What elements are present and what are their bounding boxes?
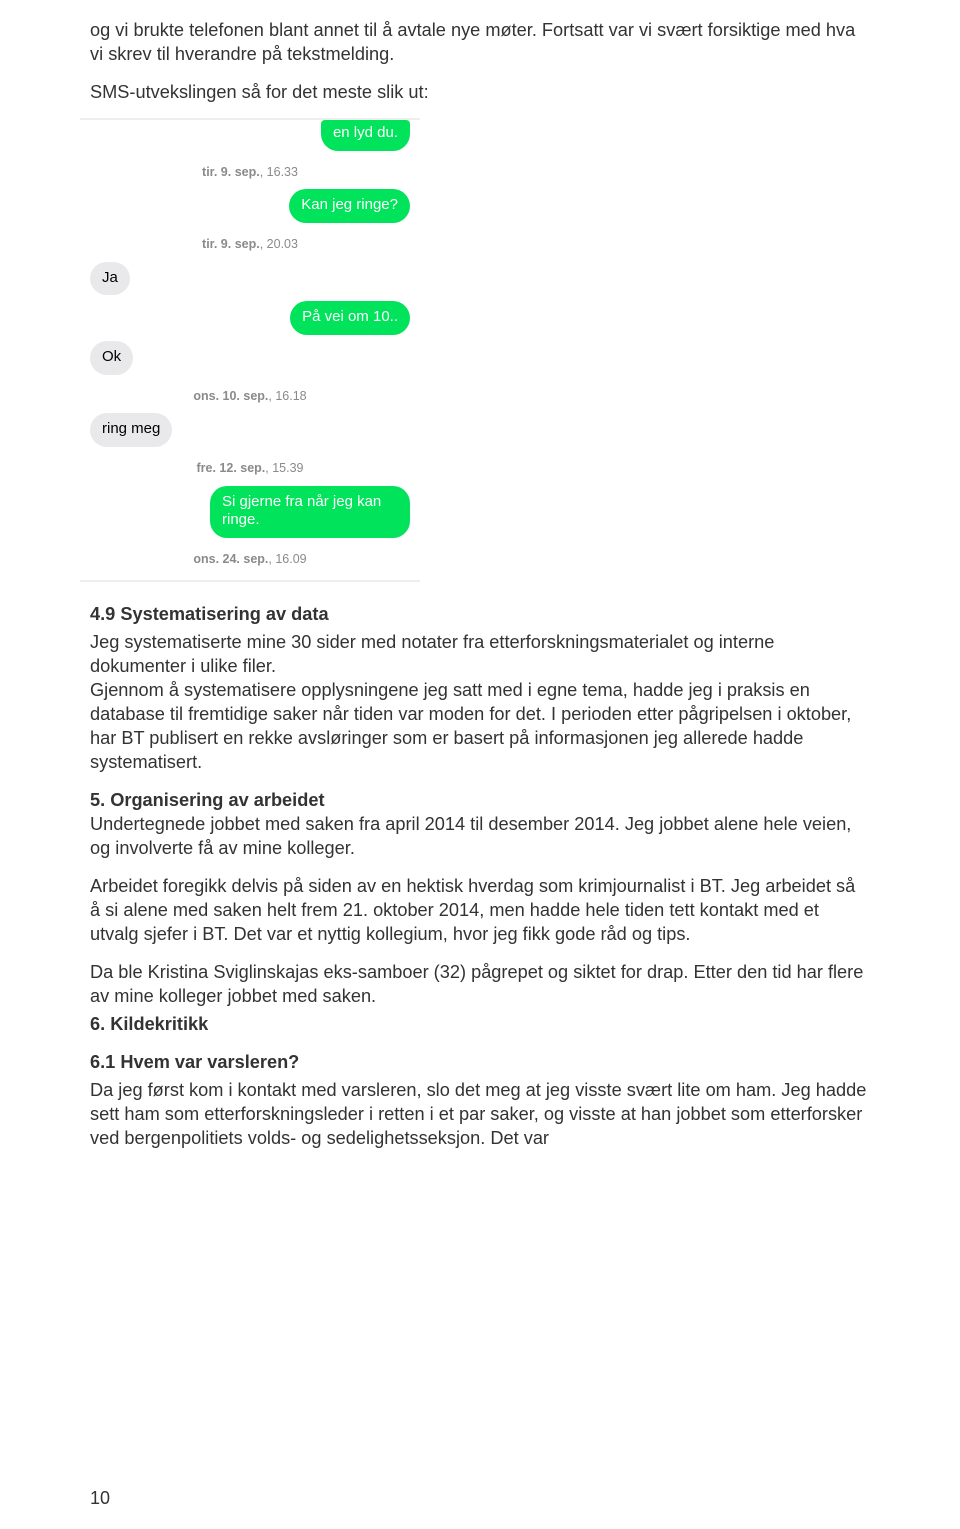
sms-out-2: På vei om 10.. (80, 298, 420, 338)
heading-4-9: 4.9 Systematisering av data (90, 602, 870, 626)
section-5-p2: Arbeidet foregikk delvis på siden av en … (90, 874, 870, 946)
heading-5: 5. Organisering av arbeidet (90, 790, 325, 810)
sms-bubble: Ok (90, 341, 133, 375)
sms-screenshot: en lyd du. tir. 9. sep., 16.33 Kan jeg r… (80, 118, 420, 582)
sms-timestamp: tir. 9. sep., 20.03 (80, 236, 420, 253)
body-6-1: Da jeg først kom i kontakt med varsleren… (90, 1078, 870, 1150)
sms-in-2: Ok (80, 338, 420, 378)
sms-bubble: Si gjerne fra når jeg kan ringe. (210, 486, 410, 539)
sms-out-3: Si gjerne fra når jeg kan ringe. (80, 483, 420, 542)
sms-bubble: Ja (90, 262, 130, 296)
sms-bubble: ring meg (90, 413, 172, 447)
intro-paragraph-1: og vi brukte telefonen blant annet til å… (90, 18, 870, 66)
sms-out-cut: en lyd du. (80, 124, 420, 154)
sms-in-1: Ja (80, 259, 420, 299)
sms-bubble: en lyd du. (321, 120, 410, 151)
section-5-line1: Undertegnede jobbet med saken fra april … (90, 814, 851, 858)
sms-timestamp: fre. 12. sep., 15.39 (80, 460, 420, 477)
sms-bubble: På vei om 10.. (290, 301, 410, 335)
heading-6: 6. Kildekritikk (90, 1012, 870, 1036)
sms-out-1: Kan jeg ringe? (80, 186, 420, 226)
sms-in-3: ring meg (80, 410, 420, 450)
intro-paragraph-2: SMS-utvekslingen så for det meste slik u… (90, 80, 870, 104)
sms-bubble: Kan jeg ringe? (289, 189, 410, 223)
sms-timestamp: ons. 24. sep., 16.09 (80, 551, 420, 568)
page-number: 10 (90, 1487, 110, 1511)
section-5-p1: 5. Organisering av arbeidet Undertegnede… (90, 788, 870, 860)
sms-timestamp: ons. 10. sep., 16.18 (80, 388, 420, 405)
heading-6-1: 6.1 Hvem var varsleren? (90, 1050, 870, 1074)
section-5-p3: Da ble Kristina Sviglinskajas eks-samboe… (90, 960, 870, 1008)
sms-timestamp: tir. 9. sep., 16.33 (80, 164, 420, 181)
body-4-9: Jeg systematiserte mine 30 sider med not… (90, 630, 870, 774)
